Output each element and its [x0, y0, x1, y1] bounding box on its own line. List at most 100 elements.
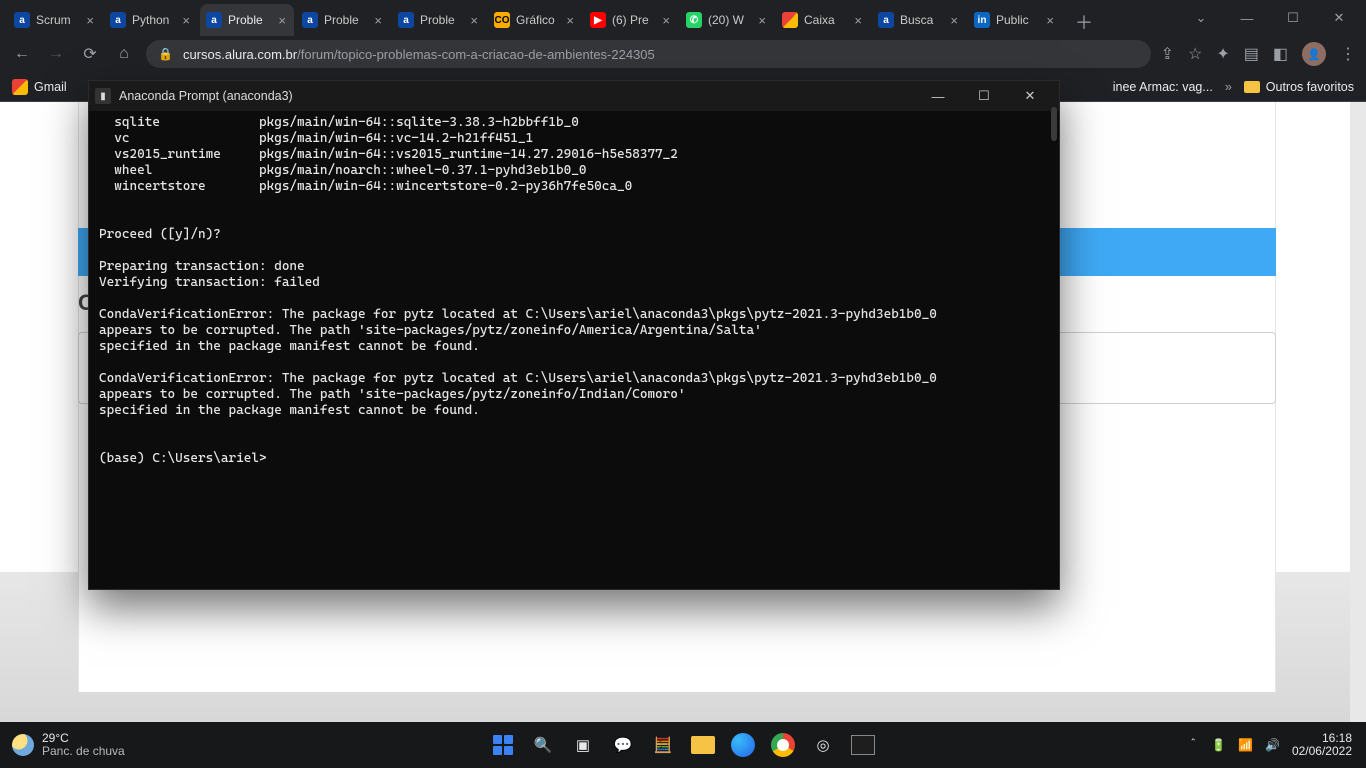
- calculator-button[interactable]: 🧮: [648, 730, 678, 760]
- alura-icon: a: [302, 12, 318, 28]
- url-host: cursos.alura.com.br: [183, 47, 297, 62]
- whatsapp-icon: ✆: [686, 12, 702, 28]
- close-icon[interactable]: ×: [180, 13, 192, 28]
- weather-icon: [12, 734, 34, 756]
- chrome-button[interactable]: [768, 730, 798, 760]
- close-icon[interactable]: ×: [948, 13, 960, 28]
- terminal-scrollbar[interactable]: [1051, 107, 1057, 141]
- browser-window-controls: ⌄ — ☐ ✕: [1178, 0, 1362, 36]
- tab-problemas-active[interactable]: a Proble ×: [200, 4, 294, 36]
- close-icon[interactable]: ×: [276, 13, 288, 28]
- close-icon[interactable]: ×: [468, 13, 480, 28]
- tab-label: Proble: [324, 13, 366, 27]
- tab-strip: a Scrum × a Python × a Proble × a Proble…: [0, 0, 1366, 36]
- close-button[interactable]: ✕: [1316, 0, 1362, 36]
- home-button[interactable]: ⌂: [112, 45, 136, 63]
- cmd-button[interactable]: [848, 730, 878, 760]
- system-tray: ＾ 🔋 📶 🔊 16:18 02/06/2022: [1187, 732, 1366, 758]
- app-button[interactable]: ◎: [808, 730, 838, 760]
- tab-proble-3[interactable]: a Proble ×: [392, 4, 486, 36]
- tab-label: Proble: [228, 13, 270, 27]
- bookmark-gmail[interactable]: Gmail: [12, 79, 67, 95]
- terminal-title: Anaconda Prompt (anaconda3): [119, 89, 293, 103]
- taskbar-weather[interactable]: 29°C Panc. de chuva: [0, 732, 125, 758]
- linkedin-icon: in: [974, 12, 990, 28]
- tab-label: Proble: [420, 13, 462, 27]
- tab-gmail[interactable]: Caixa ×: [776, 4, 870, 36]
- taskbar-clock[interactable]: 16:18 02/06/2022: [1292, 732, 1352, 758]
- new-tab-button[interactable]: ＋: [1070, 8, 1098, 36]
- terminal-maximize-button[interactable]: ☐: [961, 81, 1007, 111]
- close-icon[interactable]: ×: [1044, 13, 1056, 28]
- volume-icon[interactable]: 🔊: [1265, 738, 1280, 752]
- close-icon[interactable]: ×: [756, 13, 768, 28]
- bookmark-label: Outros favoritos: [1266, 80, 1354, 94]
- maximize-button[interactable]: ☐: [1270, 0, 1316, 36]
- url-input[interactable]: 🔒 cursos.alura.com.br/forum/topico-probl…: [146, 40, 1151, 68]
- tab-proble-2[interactable]: a Proble ×: [296, 4, 390, 36]
- tab-label: Gráfico: [516, 13, 558, 27]
- toolbar-right: ⇪ ☆ ✦ ▤ ◧ 👤 ⋮: [1161, 42, 1356, 66]
- close-icon[interactable]: ×: [84, 13, 96, 28]
- profile-avatar[interactable]: 👤: [1302, 42, 1326, 66]
- close-icon[interactable]: ×: [564, 13, 576, 28]
- terminal-minimize-button[interactable]: —: [915, 81, 961, 111]
- tab-label: Caixa: [804, 13, 846, 27]
- chat-button[interactable]: 💬: [608, 730, 638, 760]
- task-view-button[interactable]: ▣: [568, 730, 598, 760]
- weather-desc: Panc. de chuva: [42, 745, 125, 758]
- close-icon[interactable]: ×: [660, 13, 672, 28]
- bookmark-star-icon[interactable]: ☆: [1188, 44, 1202, 64]
- terminal-output[interactable]: sqlite pkgs/main/win-64::sqlite-3.38.3-h…: [89, 111, 1059, 589]
- tab-scrum[interactable]: a Scrum ×: [8, 4, 102, 36]
- taskbar-center: 🔍 ▣ 💬 🧮 ◎: [488, 730, 878, 760]
- terminal-icon: ▮: [95, 88, 111, 104]
- reload-button[interactable]: ⟳: [78, 44, 102, 64]
- wifi-icon[interactable]: 📶: [1238, 738, 1253, 752]
- forward-button[interactable]: →: [44, 45, 68, 63]
- bookmarks-overflow-icon[interactable]: »: [1225, 80, 1232, 94]
- tab-label: Scrum: [36, 13, 78, 27]
- search-button[interactable]: 🔍: [528, 730, 558, 760]
- alura-icon: a: [110, 12, 126, 28]
- alura-icon: a: [398, 12, 414, 28]
- bookmark-truncated[interactable]: inee Armac: vag...: [1113, 80, 1213, 94]
- tab-youtube[interactable]: ▶ (6) Pre ×: [584, 4, 678, 36]
- minimize-button[interactable]: —: [1224, 0, 1270, 36]
- menu-icon[interactable]: ⋮: [1340, 44, 1356, 64]
- extensions-icon[interactable]: ✦: [1216, 44, 1229, 64]
- tabs-overflow-icon[interactable]: ⌄: [1178, 0, 1224, 36]
- close-icon[interactable]: ×: [852, 13, 864, 28]
- anaconda-prompt-window: ▮ Anaconda Prompt (anaconda3) — ☐ ✕ sqli…: [88, 80, 1060, 590]
- gmail-icon: [782, 12, 798, 28]
- terminal-close-button[interactable]: ✕: [1007, 81, 1053, 111]
- tab-label: Python: [132, 13, 174, 27]
- alura-icon: a: [878, 12, 894, 28]
- tab-whatsapp[interactable]: ✆ (20) W ×: [680, 4, 774, 36]
- terminal-titlebar[interactable]: ▮ Anaconda Prompt (anaconda3) — ☐ ✕: [89, 81, 1059, 111]
- tab-busca[interactable]: a Busca ×: [872, 4, 966, 36]
- start-button[interactable]: [488, 730, 518, 760]
- tab-python[interactable]: a Python ×: [104, 4, 198, 36]
- close-icon[interactable]: ×: [372, 13, 384, 28]
- alura-icon: a: [206, 12, 222, 28]
- back-button[interactable]: ←: [10, 45, 34, 63]
- tab-colab[interactable]: CO Gráfico ×: [488, 4, 582, 36]
- gmail-icon: [12, 79, 28, 95]
- share-icon[interactable]: ⇪: [1161, 44, 1174, 64]
- edge-button[interactable]: [728, 730, 758, 760]
- tray-overflow-icon[interactable]: ＾: [1187, 737, 1199, 754]
- battery-icon[interactable]: 🔋: [1211, 738, 1226, 752]
- tab-label: (6) Pre: [612, 13, 654, 27]
- url-path: /forum/topico-problemas-com-a-criacao-de…: [297, 47, 655, 62]
- reading-list-icon[interactable]: ▤: [1244, 44, 1259, 64]
- clock-date: 02/06/2022: [1292, 745, 1352, 758]
- tab-linkedin[interactable]: in Public ×: [968, 4, 1062, 36]
- youtube-icon: ▶: [590, 12, 606, 28]
- side-panel-icon[interactable]: ◧: [1273, 44, 1288, 64]
- alura-icon: a: [14, 12, 30, 28]
- bookmark-other-favorites[interactable]: Outros favoritos: [1244, 80, 1354, 94]
- tab-label: Public: [996, 13, 1038, 27]
- taskbar: 29°C Panc. de chuva 🔍 ▣ 💬 🧮 ◎ ＾ 🔋 📶 🔊 16…: [0, 722, 1366, 768]
- explorer-button[interactable]: [688, 730, 718, 760]
